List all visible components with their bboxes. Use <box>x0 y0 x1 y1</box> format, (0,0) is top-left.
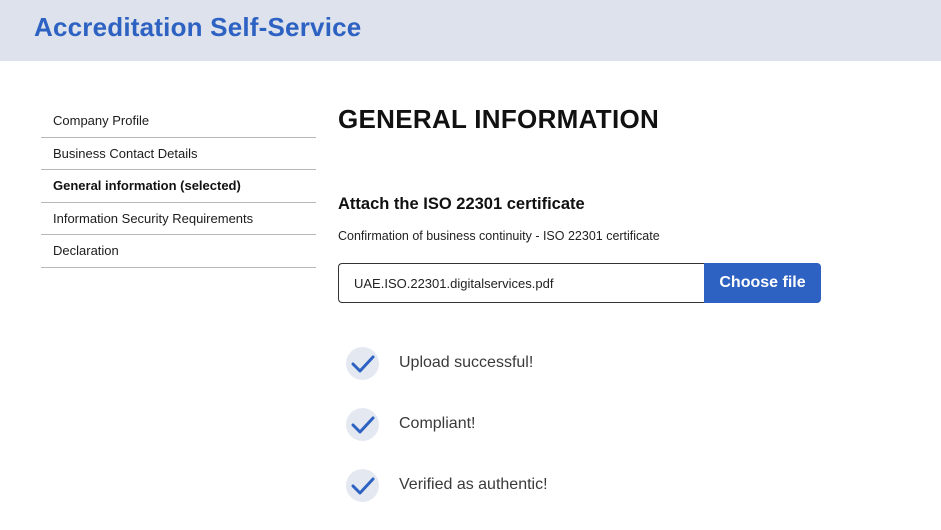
status-item-compliant: Compliant! <box>346 408 646 469</box>
file-name-field[interactable]: UAE.ISO.22301.digitalservices.pdf <box>338 263 704 303</box>
file-upload: UAE.ISO.22301.digitalservices.pdf Choose… <box>338 263 821 303</box>
status-label: Verified as authentic! <box>399 476 548 493</box>
status-list: Upload successful! Compliant! Verified a… <box>346 347 646 530</box>
checkmark-icon <box>346 408 379 441</box>
status-item-upload: Upload successful! <box>346 347 646 408</box>
sidebar-item-declaration[interactable]: Declaration <box>41 235 316 268</box>
sidebar-item-company-profile[interactable]: Company Profile <box>41 105 316 138</box>
sidebar-item-information-security-requirements[interactable]: Information Security Requirements <box>41 203 316 235</box>
status-item-verified: Verified as authentic! <box>346 469 646 530</box>
sidebar-nav: Company Profile Business Contact Details… <box>41 105 316 268</box>
checkmark-icon <box>346 347 379 380</box>
section-title: Attach the ISO 22301 certificate <box>338 195 585 213</box>
status-label: Compliant! <box>399 415 476 432</box>
sidebar-item-general-information[interactable]: General information (selected) <box>41 170 316 203</box>
checkmark-icon <box>346 469 379 502</box>
choose-file-button[interactable]: Choose file <box>704 263 821 303</box>
app-header: Accreditation Self-Service <box>0 0 941 61</box>
page-title: GENERAL INFORMATION <box>338 104 660 134</box>
status-label: Upload successful! <box>399 354 534 371</box>
app-title: Accreditation Self-Service <box>34 12 362 42</box>
sidebar-item-business-contact-details[interactable]: Business Contact Details <box>41 138 316 170</box>
section-description: Confirmation of business continuity - IS… <box>338 229 660 243</box>
